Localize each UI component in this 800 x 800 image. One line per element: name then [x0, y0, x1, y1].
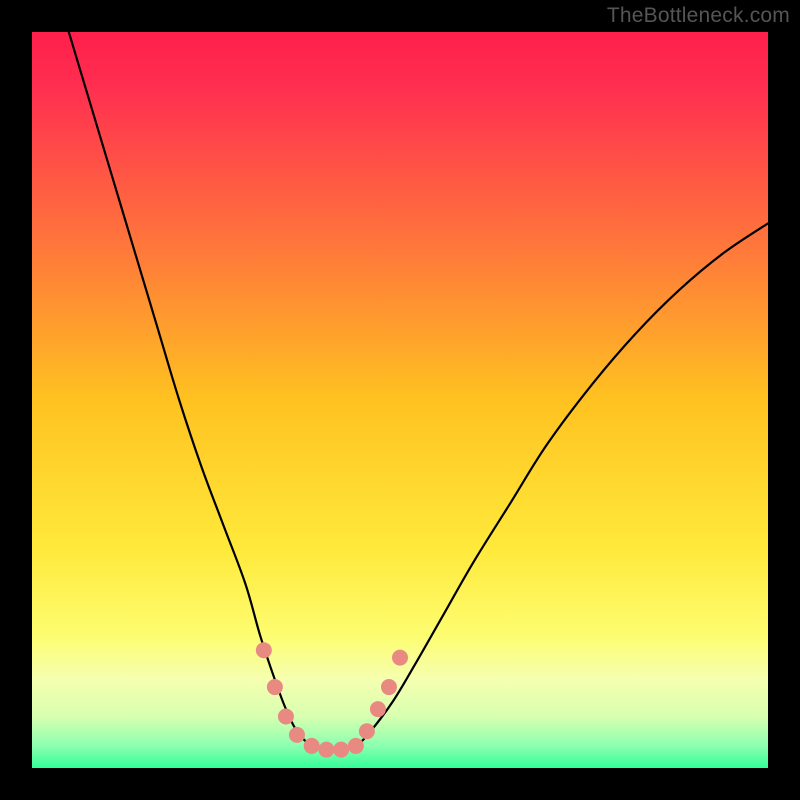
highlight-dot: [278, 708, 294, 724]
highlight-dot: [256, 642, 272, 658]
highlight-dot: [289, 727, 305, 743]
highlight-dot: [333, 742, 349, 758]
highlight-dot: [318, 742, 334, 758]
highlight-dot: [370, 701, 386, 717]
chart-frame: TheBottleneck.com: [0, 0, 800, 800]
highlight-dot: [381, 679, 397, 695]
highlight-dot: [359, 723, 375, 739]
highlight-dot: [267, 679, 283, 695]
highlight-dot: [348, 738, 364, 754]
highlight-dot: [392, 650, 408, 666]
plot-area: [32, 32, 768, 768]
bottleneck-chart: [32, 32, 768, 768]
highlight-dot: [304, 738, 320, 754]
watermark-text: TheBottleneck.com: [607, 4, 790, 28]
